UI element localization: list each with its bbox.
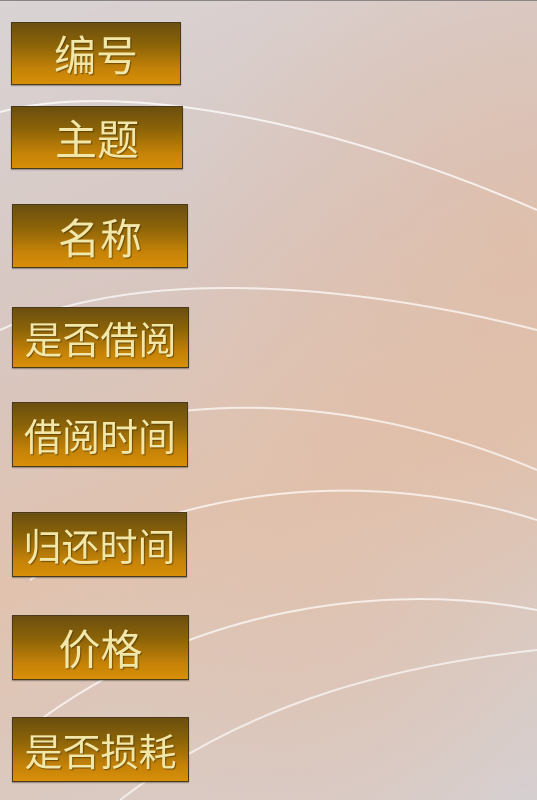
label-return-time: 归还时间 [12,512,187,577]
top-border [0,0,537,1]
label-number: 编号 [11,22,181,85]
label-price: 价格 [12,615,189,680]
label-is-damaged: 是否损耗 [12,717,189,782]
label-is-borrowed: 是否借阅 [12,307,189,368]
label-subject: 主题 [11,106,183,169]
label-name: 名称 [12,204,188,268]
label-borrow-time: 借阅时间 [12,402,188,467]
